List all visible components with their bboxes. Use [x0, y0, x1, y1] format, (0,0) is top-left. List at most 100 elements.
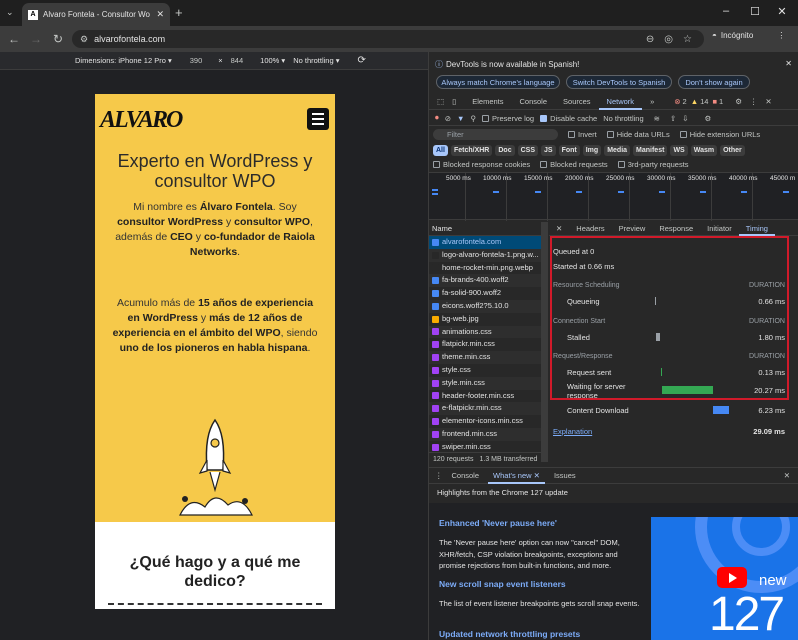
close-devtools-icon[interactable]: ✕ — [765, 97, 771, 106]
invert-checkbox[interactable]: Invert — [568, 130, 597, 139]
feature-heading[interactable]: New scroll snap event listeners — [439, 579, 566, 589]
close-tab-icon[interactable]: ✕ — [156, 9, 164, 20]
type-fetch-xhr[interactable]: Fetch/XHR — [450, 144, 493, 156]
search-icon[interactable]: ⚲ — [470, 114, 476, 123]
throttle-select[interactable]: No throttling ▾ — [293, 56, 339, 65]
back-icon[interactable]: ← — [3, 32, 25, 46]
drawer-tab-whats-new[interactable]: What's new ✕ — [488, 468, 545, 484]
network-settings-icon[interactable]: ⚙ — [705, 114, 712, 123]
type-css[interactable]: CSS — [517, 144, 538, 156]
dont-show-button[interactable]: Don't show again — [678, 75, 750, 89]
close-window-button[interactable]: ✕ — [772, 5, 792, 18]
request-row[interactable]: flatpickr.min.css — [429, 338, 541, 351]
disable-cache-checkbox[interactable]: Disable cache — [540, 114, 597, 123]
type-js[interactable]: JS — [541, 144, 556, 156]
request-row[interactable]: eicons.woff2?5.10.0 — [429, 299, 541, 313]
error-icon[interactable]: ⊗ — [674, 97, 680, 106]
site-logo[interactable]: ALVARO — [100, 107, 183, 134]
tab-headers[interactable]: Headers — [569, 224, 611, 233]
request-row[interactable]: home-rocket-min.png.webp — [429, 262, 541, 275]
request-row[interactable]: frontend.min.css — [429, 427, 541, 441]
hamburger-menu-icon[interactable] — [307, 108, 329, 130]
request-row[interactable]: alvarofontela.com — [429, 236, 541, 249]
tab-preview[interactable]: Preview — [612, 224, 653, 233]
height-input[interactable]: 844 — [231, 56, 244, 65]
type-img[interactable]: Img — [582, 144, 602, 156]
browser-tab[interactable]: A Alvaro Fontela - Consultor Wo ✕ — [22, 3, 170, 26]
close-notice-icon[interactable]: ✕ — [785, 59, 792, 68]
close-drawer-icon[interactable]: ✕ — [784, 471, 790, 480]
url-text[interactable]: alvarofontela.com — [94, 34, 165, 44]
forward-icon[interactable]: → — [25, 32, 47, 46]
request-row[interactable]: logo-alvaro-fontela-1.png.w... — [429, 248, 541, 262]
maximize-button[interactable]: ☐ — [745, 5, 765, 18]
tab-timing[interactable]: Timing — [738, 222, 775, 236]
request-row[interactable]: animations.css — [429, 325, 541, 339]
request-row[interactable]: fa-solid-900.woff2 — [429, 287, 541, 300]
type-ws[interactable]: WS — [670, 144, 688, 156]
reload-icon[interactable]: ↻ — [47, 32, 69, 46]
request-list-scrollbar[interactable] — [541, 222, 548, 462]
preserve-log-checkbox[interactable]: Preserve log — [481, 114, 534, 123]
feature-heading[interactable]: Enhanced 'Never pause here' — [439, 518, 557, 528]
tab-initiator[interactable]: Initiator — [700, 224, 739, 233]
drawer-menu-icon[interactable]: ⋮ — [435, 471, 443, 480]
filter-input[interactable]: Filter — [433, 128, 558, 140]
match-language-button[interactable]: Always match Chrome's language — [436, 75, 560, 89]
incognito-indicator[interactable]: ◓ Incógnito ⋮ — [712, 31, 785, 40]
request-row[interactable]: bg-web.jpg — [429, 313, 541, 326]
explanation-link[interactable]: Explanation — [553, 427, 592, 436]
minimize-button[interactable]: – — [716, 5, 736, 17]
zoom-select[interactable]: 100% ▾ — [260, 56, 285, 65]
zoom-icon[interactable]: ⊖ — [646, 34, 654, 45]
bookmark-star-icon[interactable]: ☆ — [683, 34, 692, 45]
hide-data-urls-checkbox[interactable]: Hide data URLs — [606, 130, 670, 139]
tab-console[interactable]: Console — [512, 94, 556, 110]
type-wasm[interactable]: Wasm — [690, 144, 718, 156]
network-overview[interactable]: 5000 ms 10000 ms 15000 ms 20000 ms 25000… — [429, 172, 798, 221]
type-font[interactable]: Font — [558, 144, 580, 156]
tab-elements[interactable]: Elements — [464, 94, 511, 110]
hide-extension-urls-checkbox[interactable]: Hide extension URLs — [679, 130, 760, 139]
omnibox[interactable]: ⚙ alvarofontela.com ⊖ ◎ ☆ — [72, 30, 704, 48]
release-video-thumbnail[interactable]: new 127 — [651, 517, 798, 640]
type-other[interactable]: Other — [720, 144, 745, 156]
request-row[interactable]: elementor-icons.min.css — [429, 415, 541, 428]
close-tab-icon[interactable]: ✕ — [534, 471, 540, 480]
request-row[interactable]: fa-brands-400.woff2 — [429, 274, 541, 288]
width-input[interactable]: 390 — [190, 56, 203, 65]
switch-language-button[interactable]: Switch DevTools to Spanish — [566, 75, 672, 89]
request-row[interactable]: e-flatpickr.min.css — [429, 402, 541, 416]
filter-icon[interactable]: ▼ — [457, 114, 464, 123]
blocked-cookies-checkbox[interactable]: Blocked response cookies — [433, 160, 530, 169]
settings-icon[interactable]: ⚙ — [735, 97, 742, 106]
drawer-tab-console[interactable]: Console — [447, 468, 485, 484]
issue-icon[interactable]: ■ — [712, 97, 717, 106]
tab-response[interactable]: Response — [652, 224, 700, 233]
device-icon[interactable]: ▯ — [452, 94, 464, 110]
request-row[interactable]: theme.min.css — [429, 351, 541, 364]
request-row[interactable]: header-footer.min.css — [429, 390, 541, 403]
wifi-icon[interactable]: ≋ — [654, 114, 660, 123]
new-tab-button[interactable]: + — [175, 5, 183, 20]
request-row[interactable]: style.css — [429, 364, 541, 377]
blocked-requests-checkbox[interactable]: Blocked requests — [540, 160, 608, 169]
close-detail-icon[interactable]: ✕ — [549, 224, 569, 233]
type-media[interactable]: Media — [604, 144, 631, 156]
third-party-checkbox[interactable]: 3rd-party requests — [617, 160, 689, 169]
download-icon[interactable]: ⇩ — [682, 114, 688, 123]
type-all[interactable]: All — [433, 144, 448, 156]
clear-icon[interactable]: ⊘ — [445, 114, 451, 123]
type-manifest[interactable]: Manifest — [633, 144, 668, 156]
site-info-icon[interactable]: ⚙ — [80, 34, 88, 45]
rotate-icon[interactable]: ⟳ — [357, 55, 365, 66]
tab-search-icon[interactable]: ⌄ — [6, 7, 14, 18]
throttling-select[interactable]: No throttling — [603, 114, 643, 123]
drawer-tab-issues[interactable]: Issues — [549, 468, 581, 484]
inspect-icon[interactable]: ⬚ — [429, 94, 452, 110]
eye-off-icon[interactable]: ◎ — [664, 34, 673, 45]
record-icon[interactable]: ⏺ — [435, 113, 439, 123]
more-icon[interactable]: ⋮ — [750, 97, 758, 106]
type-doc[interactable]: Doc — [495, 144, 515, 156]
name-column-header[interactable]: Name — [429, 222, 541, 236]
